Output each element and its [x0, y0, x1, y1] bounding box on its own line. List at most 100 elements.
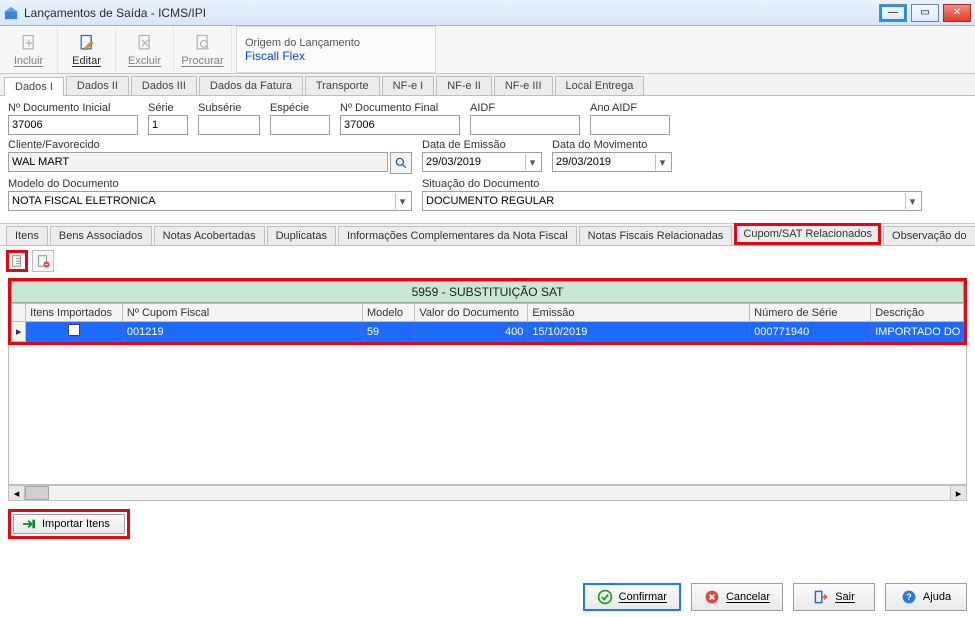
excluir-label: Excluir [128, 55, 161, 67]
procurar-label: Procurar [181, 55, 223, 67]
tab-notas-relacionadas[interactable]: Notas Fiscais Relacionadas [579, 226, 733, 245]
lbl-ano-aidf: Ano AIDF [590, 102, 670, 114]
incluir-label: Incluir [14, 55, 43, 67]
input-serie[interactable] [148, 115, 188, 135]
grid-empty-area [8, 345, 967, 485]
ajuda-button[interactable]: ? Ajuda [885, 583, 967, 611]
lbl-situacao: Situação do Documento [422, 178, 922, 190]
cell-valor: 400 [415, 322, 528, 342]
input-movimento[interactable]: 29/03/2019 ▾ [552, 152, 672, 172]
close-button[interactable]: ✕ [943, 4, 971, 22]
input-aidf[interactable] [470, 115, 580, 135]
tab-dados-ii[interactable]: Dados II [66, 76, 129, 95]
col-modelo[interactable]: Modelo [362, 304, 414, 322]
scroll-thumb[interactable] [25, 486, 49, 500]
search-cliente-button[interactable] [390, 152, 412, 174]
input-doc-fim[interactable] [340, 115, 460, 135]
grid-remove-button[interactable] [32, 250, 54, 272]
grid-table: Itens Importados Nº Cupom Fiscal Modelo … [11, 303, 964, 342]
select-situacao[interactable]: DOCUMENTO REGULAR▾ [422, 191, 922, 211]
val-emissao: 29/03/2019 [426, 156, 481, 168]
chevron-down-icon[interactable]: ▾ [905, 193, 919, 209]
excluir-button[interactable]: Excluir [116, 26, 174, 73]
cell-cupom: 001219 [122, 322, 362, 342]
tab-notas-acobertadas[interactable]: Notas Acobertadas [154, 226, 265, 245]
input-subserie[interactable] [198, 115, 260, 135]
cell-serie: 000771940 [750, 322, 871, 342]
col-itens-importados[interactable]: Itens Importados [26, 304, 123, 322]
input-cliente[interactable] [8, 152, 388, 172]
importar-itens-label: Importar Itens [42, 518, 110, 530]
col-descricao[interactable]: Descrição [871, 304, 964, 322]
col-valor[interactable]: Valor do Documento [415, 304, 528, 322]
col-emissao[interactable]: Emissão [528, 304, 750, 322]
lbl-modelo: Modelo do Documento [8, 178, 412, 190]
editar-label: Editar [72, 55, 101, 67]
input-ano-aidf[interactable] [590, 115, 670, 135]
minimize-button[interactable]: — [879, 4, 907, 22]
lbl-movimento: Data do Movimento [552, 139, 672, 151]
table-row[interactable]: ▸ 001219 59 400 15/10/2019 000771940 IMP… [12, 322, 964, 342]
input-emissao[interactable]: 29/03/2019 ▾ [422, 152, 542, 172]
incluir-button[interactable]: Incluir [0, 26, 58, 73]
cancelar-button[interactable]: Cancelar [691, 583, 783, 611]
form-area: Nº Documento Inicial Série Subsérie Espé… [0, 96, 975, 221]
cell-itens-importados[interactable] [26, 322, 123, 342]
input-doc-ini[interactable] [8, 115, 138, 135]
inner-tabs: Itens Bens Associados Notas Acobertadas … [0, 224, 975, 246]
cell-modelo: 59 [362, 322, 414, 342]
tab-local-entrega[interactable]: Local Entrega [555, 76, 645, 95]
row-marker: ▸ [12, 322, 26, 342]
check-circle-icon [597, 589, 613, 605]
tab-nfe-ii[interactable]: NF-e II [436, 76, 492, 95]
tab-itens[interactable]: Itens [6, 226, 48, 245]
titlebar: Lançamentos de Saída - ICMS/IPI — ▭ ✕ [0, 0, 975, 26]
col-serie[interactable]: Número de Série [750, 304, 871, 322]
scroll-track[interactable] [25, 486, 950, 500]
grid-hscroll[interactable]: ◂ ▸ [8, 485, 967, 501]
tab-duplicatas[interactable]: Duplicatas [267, 226, 336, 245]
procurar-button[interactable]: Procurar [174, 26, 232, 73]
main-toolbar: Incluir Editar Excluir Procurar Origem d… [0, 26, 975, 74]
chevron-down-icon[interactable]: ▾ [655, 154, 669, 170]
scroll-right-button[interactable]: ▸ [950, 486, 966, 500]
val-modelo: NOTA FISCAL ELETRONICA [12, 195, 156, 207]
sair-button[interactable]: Sair [793, 583, 875, 611]
tab-dados-iii[interactable]: Dados III [131, 76, 197, 95]
scroll-left-button[interactable]: ◂ [9, 486, 25, 500]
val-movimento: 29/03/2019 [556, 156, 611, 168]
lbl-aidf: AIDF [470, 102, 580, 114]
ajuda-label: Ajuda [923, 591, 951, 603]
maximize-button[interactable]: ▭ [911, 4, 939, 22]
tab-bens[interactable]: Bens Associados [50, 226, 152, 245]
import-arrow-icon [22, 518, 36, 530]
cell-descricao: IMPORTADO DO X [871, 322, 964, 342]
tab-transporte[interactable]: Transporte [305, 76, 380, 95]
select-modelo[interactable]: NOTA FISCAL ELETRONICA ▾ [8, 191, 412, 211]
page-tabs: Dados I Dados II Dados III Dados da Fatu… [0, 74, 975, 96]
tab-nfe-i[interactable]: NF-e I [382, 76, 435, 95]
col-cupom[interactable]: Nº Cupom Fiscal [122, 304, 362, 322]
chevron-down-icon[interactable]: ▾ [525, 154, 539, 170]
input-especie[interactable] [270, 115, 330, 135]
chevron-down-icon[interactable]: ▾ [395, 193, 409, 209]
tab-dados-fatura[interactable]: Dados da Fatura [199, 76, 303, 95]
lbl-serie: Série [148, 102, 188, 114]
tab-info-complementares[interactable]: Informações Complementares da Nota Fisca… [338, 226, 577, 245]
importar-itens-button[interactable]: Importar Itens [13, 514, 125, 534]
editar-button[interactable]: Editar [58, 26, 116, 73]
tab-dados-i[interactable]: Dados I [4, 77, 64, 96]
tab-nfe-iii[interactable]: NF-e III [494, 76, 553, 95]
confirmar-button[interactable]: Confirmar [583, 583, 681, 611]
tab-cupom-sat[interactable]: Cupom/SAT Relacionados [734, 223, 881, 245]
cell-emissao: 15/10/2019 [528, 322, 750, 342]
lbl-doc-fim: Nº Documento Final [340, 102, 460, 114]
grid-toolbar [0, 246, 975, 276]
lbl-emissao: Data de Emissão [422, 139, 542, 151]
origin-value: Fiscall Flex [245, 49, 427, 63]
grid-add-button[interactable] [6, 250, 28, 272]
tab-observacao[interactable]: Observação do [883, 226, 975, 245]
svg-text:?: ? [906, 592, 911, 602]
checkbox-icon[interactable] [68, 324, 80, 336]
help-circle-icon: ? [901, 589, 917, 605]
